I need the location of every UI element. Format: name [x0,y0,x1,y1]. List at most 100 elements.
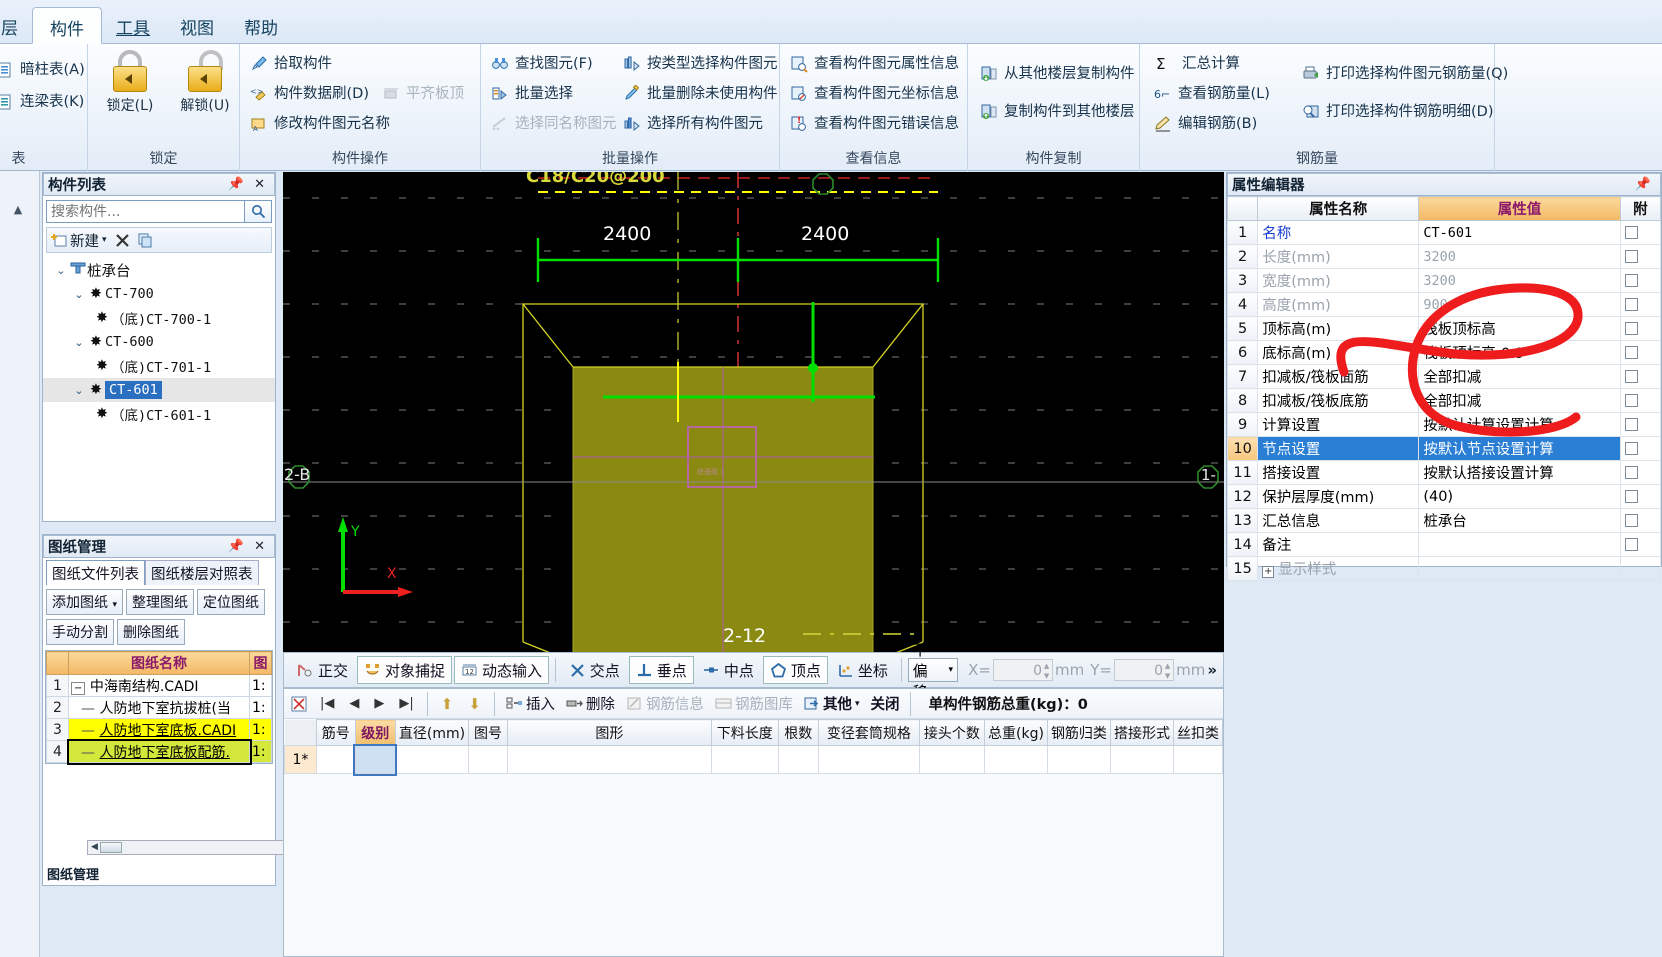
tree-node-ct601-1[interactable]: ✸ （底)CT-601-1 [43,402,275,426]
checkbox[interactable] [1624,418,1638,431]
attach-checkbox-cell[interactable] [1619,292,1662,317]
attach-checkbox-cell[interactable] [1619,412,1662,437]
first-record-icon[interactable]: |◀ [314,696,340,711]
chevrons-right-icon[interactable]: » [1207,661,1217,679]
ribbon-tab-help[interactable]: 帮助 [227,7,295,44]
table-row[interactable]: 12 保护层厚度(mm) (40) [1226,484,1662,509]
checkbox[interactable] [1624,226,1638,239]
close-rebar-panel-button[interactable]: 关闭 [866,693,903,714]
add-drawing-button[interactable]: 添加图纸 ▾ [46,589,123,615]
tree-node-ct701-1[interactable]: ✸ （底)CT-701-1 [43,354,275,378]
cell-count[interactable] [777,745,819,774]
grid-close-button[interactable] [287,696,311,712]
snap-midpoint[interactable]: 中点 [696,656,761,684]
ribbon-button-unlock[interactable]: 解锁(U) [166,50,244,115]
table-row[interactable]: 1* [284,743,1223,776]
ribbon-item-view-element-properties[interactable]: 查看构件图元属性信息 [788,50,959,78]
tree-node-ct700-1[interactable]: ✸ （底)CT-700-1 [43,306,275,330]
rebar-info-button[interactable]: 钢筋信息 [622,693,708,714]
ribbon-item-find-element[interactable]: 查找图元(F) [489,50,593,78]
table-row[interactable]: 13 汇总信息 桩承台 [1226,508,1662,533]
table-row[interactable]: 4 高度(mm) 900 [1226,292,1662,317]
horizontal-scrollbar[interactable]: ◀ ▶ [87,840,315,855]
cell-shape[interactable] [506,745,712,774]
property-value[interactable]: 筏板顶标高 [1418,316,1621,341]
drawing-name-cell[interactable]: — 人防地下室抗拔桩(当 [68,696,250,719]
tree-node-ct600[interactable]: ⌄ ✸ CT-600 [43,330,275,354]
attach-checkbox-cell[interactable] [1619,460,1662,485]
table-row[interactable]: 1 名称 CT-601 [1226,220,1662,245]
table-row[interactable]: 3 宽度(mm) 3200 [1226,268,1662,293]
checkbox[interactable] [1624,466,1638,479]
ribbon-item-select-all-elements[interactable]: 选择所有构件图元 [621,110,763,138]
ribbon-item-summary-calc[interactable]: Σ 汇总计算 [1152,50,1240,78]
drawing-name-cell[interactable]: — 人防地下室底板.CADI [68,718,250,741]
attach-checkbox-cell[interactable] [1619,316,1662,341]
table-row[interactable]: 6 底标高(m) 筏板顶标高-0.9 [1226,340,1662,365]
ribbon-item-view-rebar-quantity[interactable]: 6⌐ 查看钢筋量(L) [1152,80,1270,108]
drawing-name-cell[interactable]: − 中海南结构.CADI [68,674,250,697]
snap-dynamic-input[interactable]: 12 动态输入 [454,656,550,684]
chevron-down-icon[interactable]: ▾ [949,665,954,675]
attach-checkbox-cell[interactable] [1619,244,1662,269]
expand-icon[interactable]: + [1262,566,1275,578]
ribbon-tab-view[interactable]: 视图 [163,7,231,44]
snap-perpendicular[interactable]: 垂点 [628,656,694,684]
ribbon-item-view-element-coordinates[interactable]: 查看构件图元坐标信息 [788,80,959,108]
property-value[interactable]: 筏板顶标高-0.9 [1418,340,1621,365]
table-row[interactable]: 4 — 人防地下室底板配筋. 1: [46,738,272,765]
ribbon-item-view-element-errors[interactable]: ! 查看构件图元错误信息 [788,110,959,138]
insert-row-button[interactable]: 插入 [502,693,559,714]
collapse-toggle-icon[interactable]: − [71,681,86,695]
chevron-down-icon[interactable]: ⌄ [71,288,87,301]
ribbon-item-data-brush[interactable]: <> 构件数据刷(D) [248,80,369,108]
next-record-icon[interactable]: ▶ [368,696,390,711]
checkbox[interactable] [1624,274,1638,287]
new-component-button[interactable]: 新建 ▾ [51,230,107,251]
snap-coordinate[interactable]: 坐标 [830,656,895,684]
x-coord-input[interactable]: 0 ▲ ▼ [992,659,1054,681]
y-coord-input[interactable]: 0 ▲ ▼ [1113,659,1175,681]
move-up-icon[interactable]: ⬆ [435,695,460,713]
ribbon-item-print-selected-rebar-detail[interactable]: 打印选择构件钢筋明细(D) [1300,98,1493,126]
ribbon-item-print-selected-rebar-qty[interactable]: 打印选择构件图元钢筋量(Q) [1300,60,1508,88]
table-row[interactable]: 15 + 显示样式 [1226,556,1662,581]
property-value[interactable]: 桩承台 [1418,508,1621,533]
property-value[interactable] [1418,532,1621,557]
move-down-icon[interactable]: ⬇ [462,695,487,713]
attach-checkbox-cell[interactable] [1619,388,1662,413]
attach-checkbox-cell[interactable] [1619,436,1662,461]
property-value[interactable]: 3200 [1418,244,1621,269]
ribbon-item-coupling-beam-table[interactable]: 连梁表(K) [0,88,84,116]
table-row[interactable]: 7 扣减板/筏板面筋 全部扣减 [1226,364,1662,389]
pin-icon[interactable]: 📌 [223,539,249,554]
last-record-icon[interactable]: ▶| [393,696,419,711]
snap-object-snap[interactable]: 对象捕捉 [357,656,453,684]
offset-mode-select[interactable]: 不偏移 ▾ [907,641,959,701]
cell-rebar-no[interactable] [315,745,356,774]
chevron-down-icon[interactable]: ⌄ [71,336,87,349]
ribbon-item-batch-select[interactable]: 批量选择 [489,80,573,108]
table-row[interactable]: 5 顶标高(m) 筏板顶标高 [1226,316,1662,341]
ribbon-item-copy-from-other-floor[interactable]: 从其他楼层复制构件 [978,60,1135,88]
ribbon-item-pick-component[interactable]: 拾取构件 [248,50,332,78]
table-row[interactable]: 3 — 人防地下室底板.CADI 1: [46,718,272,741]
checkbox[interactable] [1624,346,1638,359]
delete-row-button[interactable]: 删除 [562,693,619,714]
checkbox[interactable] [1624,298,1638,311]
ribbon-item-batch-delete-unused[interactable]: 批量删除未使用构件 [621,80,778,108]
search-input[interactable] [46,200,245,223]
chevron-down-icon[interactable]: ⌄ [53,264,69,277]
property-value[interactable]: 3200 [1418,268,1621,293]
property-value[interactable]: 按默认节点设置计算 [1418,436,1621,461]
drawing-manager-footer-tab[interactable]: 图纸管理 [47,864,99,883]
attach-checkbox-cell[interactable] [1619,268,1662,293]
checkbox[interactable] [1624,490,1638,503]
checkbox[interactable] [1624,514,1638,527]
organize-drawing-button[interactable]: 整理图纸 [125,589,194,615]
tree-node-ct601[interactable]: ⌄ ✸ CT-601 [43,378,275,402]
ribbon-tab-component[interactable]: 构件 [32,7,102,44]
checkbox[interactable] [1624,322,1638,335]
cell-sleeve-spec[interactable] [817,745,920,774]
ribbon-item-copy-to-other-floor[interactable]: 复制构件到其他楼层 [978,98,1135,126]
